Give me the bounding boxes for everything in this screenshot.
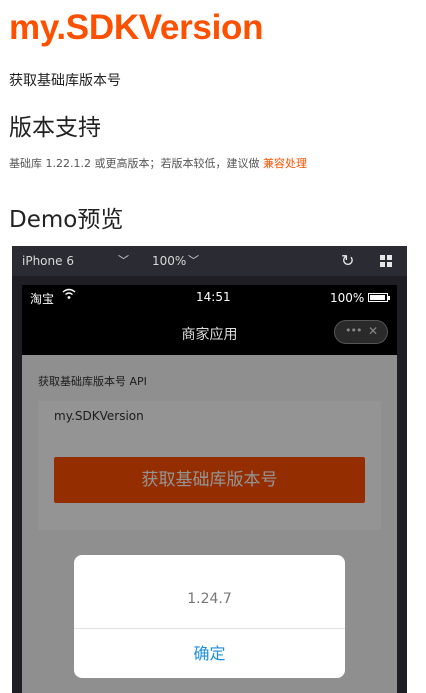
capsule-menu[interactable]: ••• ✕	[334, 320, 388, 344]
dialog-message: 1.24.7	[187, 591, 232, 607]
battery-percent: 100%	[330, 291, 365, 305]
page-subtitle: 获取基础库版本号	[9, 73, 121, 89]
support-text: 基础库 1.22.1.2 或更高版本；若版本较低，建议做 兼容处理	[9, 155, 307, 171]
simulator: iPhone 6 ﹀ 100% ﹀ ↻ 淘宝 14:51 100% 商家应用 •…	[12, 246, 407, 693]
status-time: 14:51	[196, 290, 231, 304]
wifi-icon	[62, 288, 76, 303]
compat-link[interactable]: 兼容处理	[263, 157, 307, 170]
zoom-selector[interactable]: 100%	[152, 254, 186, 268]
chevron-down-icon[interactable]: ﹀	[188, 252, 199, 268]
nav-bar: 商家应用 ••• ✕	[22, 309, 397, 355]
page-content: 获取基础库版本号 API my.SDKVersion 获取基础库版本号 1.24…	[22, 355, 397, 693]
device-selector[interactable]: iPhone 6	[22, 254, 74, 268]
more-icon[interactable]: •••	[345, 324, 362, 337]
section-heading-demo: Demo预览	[9, 207, 124, 233]
simulator-toolbar: iPhone 6 ﹀ 100% ﹀ ↻	[12, 246, 407, 276]
carrier-label: 淘宝	[30, 292, 55, 306]
alert-dialog: 1.24.7 确定	[74, 555, 345, 678]
support-description: 基础库 1.22.1.2 或更高版本；若版本较低，建议做	[9, 157, 263, 170]
phone-screen: 淘宝 14:51 100% 商家应用 ••• ✕ 获取基础库版本号 API my…	[22, 285, 397, 693]
close-icon[interactable]: ✕	[368, 324, 378, 338]
grid-icon[interactable]	[380, 255, 392, 267]
refresh-icon[interactable]: ↻	[341, 251, 354, 270]
chevron-down-icon[interactable]: ﹀	[118, 252, 129, 268]
page-title: my.SDKVersion	[9, 8, 264, 47]
status-bar: 淘宝 14:51 100%	[22, 285, 397, 309]
confirm-button[interactable]: 确定	[74, 629, 345, 678]
battery-icon	[368, 293, 390, 302]
section-heading-support: 版本支持	[9, 115, 101, 141]
